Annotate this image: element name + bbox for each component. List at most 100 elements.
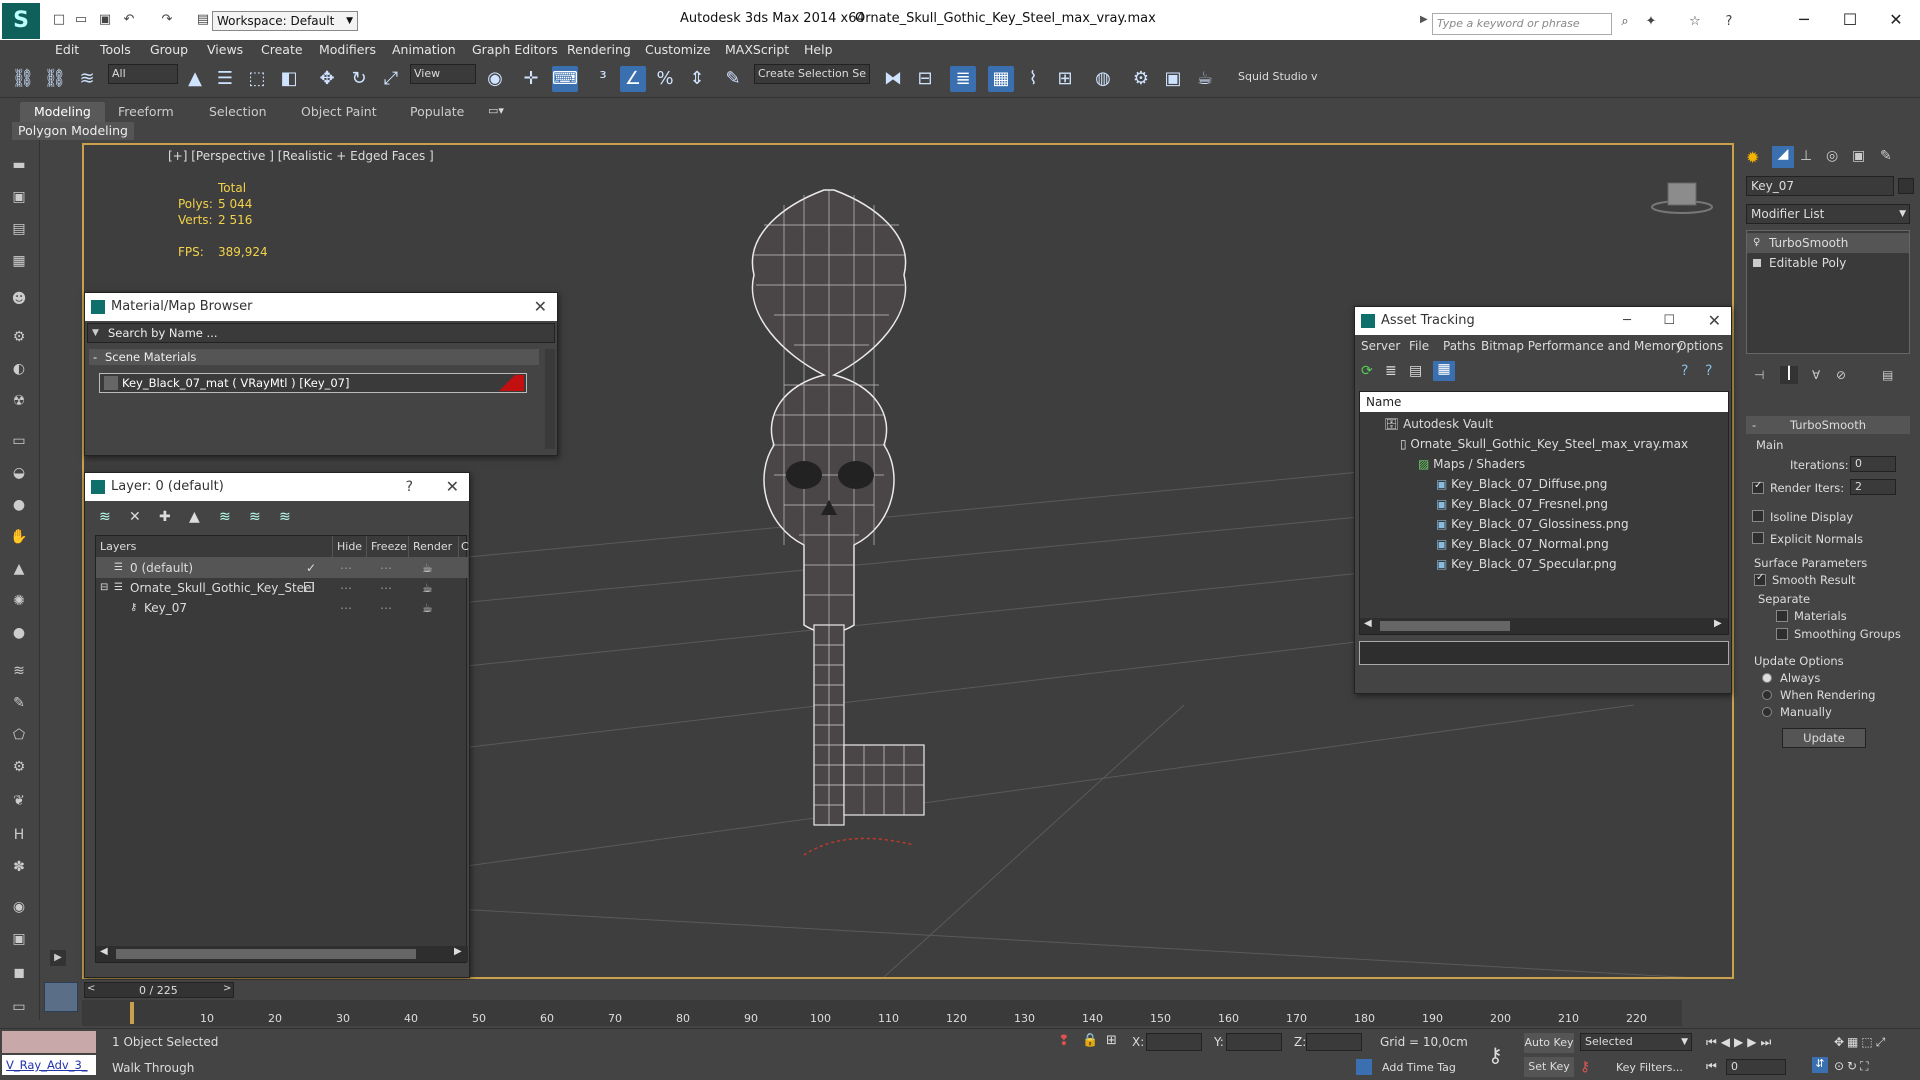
collapse-icon[interactable]: - xyxy=(93,349,97,365)
select-and-rotate-icon[interactable]: ↻ xyxy=(346,66,372,92)
asset-tracking-titlebar[interactable]: Asset Tracking ─ ☐ ✕ xyxy=(1355,307,1731,335)
iterations-spinner[interactable]: 0 xyxy=(1850,456,1896,472)
tool-strip-icon-15[interactable]: ● xyxy=(8,622,30,644)
asset-tree-item[interactable]: ▣ Key_Black_07_Fresnel.png xyxy=(1436,494,1608,514)
hide-toggle[interactable]: ⋯ xyxy=(340,598,352,618)
angle-snap-icon[interactable]: ∠ xyxy=(620,66,646,92)
hide-all-layers-icon[interactable]: ≋ xyxy=(249,509,261,525)
select-object-icon[interactable]: ▲ xyxy=(182,66,208,92)
pivot-center-icon[interactable]: ◉ xyxy=(482,66,508,92)
update-manually-radio[interactable] xyxy=(1762,706,1772,720)
select-and-scale-icon[interactable]: ⤢ xyxy=(378,66,404,92)
ribbon-panel-label[interactable]: Polygon Modeling xyxy=(12,122,134,140)
tool-strip-icon-5[interactable]: ☻ xyxy=(8,288,30,310)
smooth-result-checkbox[interactable]: ✓ xyxy=(1754,572,1766,589)
material-search-input[interactable]: ▼ Search by Name ... xyxy=(87,323,555,343)
material-browser-titlebar[interactable]: Material/Map Browser ✕ xyxy=(85,293,557,321)
tool-strip-icon-4[interactable]: ▦ xyxy=(8,250,30,272)
auto-key-button[interactable]: Auto Key xyxy=(1524,1033,1574,1053)
viewcube-icon[interactable] xyxy=(1651,182,1713,214)
render-setup-icon[interactable]: ⚙ xyxy=(1128,66,1154,92)
track-bar[interactable]: 10 20 30 40 50 60 70 80 90 100 110 120 1… xyxy=(82,1000,1682,1026)
keyboard-shortcut-override-icon[interactable]: ⌨ xyxy=(552,66,578,92)
edit-named-selection-icon[interactable]: ✎ xyxy=(720,66,746,92)
key-filters-button[interactable]: Key Filters... xyxy=(1616,1061,1683,1074)
scene-materials-group[interactable]: - Scene Materials xyxy=(89,349,539,365)
menu-group[interactable]: Group xyxy=(150,42,188,57)
tool-strip-icon-2[interactable]: ▣ xyxy=(8,186,30,208)
explicit-normals-checkbox[interactable] xyxy=(1752,532,1764,547)
update-button[interactable]: Update xyxy=(1782,728,1866,748)
turbosmooth-rollout-header[interactable]: - TurboSmooth xyxy=(1746,416,1910,434)
z-coordinate-field[interactable] xyxy=(1306,1033,1362,1051)
create-layer-icon[interactable]: ≋ xyxy=(99,509,111,525)
add-time-tag[interactable]: Add Time Tag xyxy=(1382,1061,1456,1074)
menu-customize[interactable]: Customize xyxy=(645,42,711,57)
asset-tree-item[interactable]: ▯ Ornate_Skull_Gothic_Key_Steel_max_vray… xyxy=(1400,434,1688,454)
column-layers[interactable]: Layers xyxy=(100,536,136,558)
asset-hscrollbar[interactable]: ◀ ▶ xyxy=(1360,618,1728,634)
app-logo-icon[interactable]: S xyxy=(2,3,40,39)
radio-dot[interactable] xyxy=(1762,707,1772,717)
menu-help[interactable]: Help xyxy=(804,42,833,57)
menu-bitmap-performance[interactable]: Bitmap Performance and Memory xyxy=(1481,339,1683,353)
curve-editor-icon[interactable]: ⌇ xyxy=(1020,66,1046,92)
render-toggle-icon[interactable]: ☕ xyxy=(422,558,433,578)
configure-modifier-sets-icon[interactable]: ▤ xyxy=(1882,368,1893,382)
column-render[interactable]: Render xyxy=(408,536,452,558)
select-and-move-icon[interactable]: ✥ xyxy=(314,66,340,92)
separate-materials-checkbox[interactable] xyxy=(1776,610,1788,625)
absolute-mode-icon[interactable]: ⊞ xyxy=(1106,1033,1117,1048)
scroll-left-icon[interactable]: ◀ xyxy=(1364,618,1372,629)
tool-strip-icon-11[interactable]: ● xyxy=(8,494,30,516)
bind-space-warp-icon[interactable]: ≋ xyxy=(74,66,100,92)
help-icon[interactable]: ? xyxy=(1681,363,1688,379)
render-iters-checkbox[interactable]: ✓ xyxy=(1752,480,1764,497)
undo-icon[interactable]: ↶ xyxy=(120,12,138,28)
make-unique-icon[interactable]: ∀ xyxy=(1812,368,1820,382)
close-icon[interactable]: ✕ xyxy=(1708,307,1721,335)
save-file-icon[interactable]: ▣ xyxy=(96,12,114,28)
utilities-tab-icon[interactable]: ✎ xyxy=(1880,148,1892,164)
layer-panel-titlebar[interactable]: Layer: 0 (default)? ✕ xyxy=(85,473,469,501)
select-by-name-icon[interactable]: ☰ xyxy=(212,66,238,92)
modify-tab-icon[interactable]: ◢ xyxy=(1772,146,1794,168)
radio-dot[interactable] xyxy=(1762,673,1772,683)
tool-strip-icon-3[interactable]: ▤ xyxy=(8,218,30,240)
column-color[interactable]: C xyxy=(458,536,469,558)
tool-strip-icon-18[interactable]: ⬠ xyxy=(8,724,30,746)
menu-tools[interactable]: Tools xyxy=(100,42,131,57)
squid-studio-label[interactable]: Squid Studio v xyxy=(1238,70,1318,83)
checkbox-box[interactable] xyxy=(1752,532,1764,544)
freeze-toggle[interactable]: ⋯ xyxy=(380,598,392,618)
menu-file[interactable]: File xyxy=(1409,339,1429,353)
minimize-button[interactable]: ─ xyxy=(1784,8,1824,32)
tool-strip-icon-7[interactable]: ◐ xyxy=(8,358,30,380)
modifier-stack-item[interactable]: Editable Poly xyxy=(1747,253,1909,273)
close-window-button[interactable]: ✕ xyxy=(1876,8,1916,32)
remove-modifier-icon[interactable]: ⊘ xyxy=(1836,368,1846,382)
layer-row[interactable]: ⊟ ☰ Ornate_Skull_Gothic_Key_Steel ⋯ ⋯ ☕ xyxy=(96,578,468,598)
menu-options[interactable]: Options xyxy=(1677,339,1723,353)
tab-populate[interactable]: Populate xyxy=(396,102,478,122)
tool-strip-icon-20[interactable]: ❦ xyxy=(8,790,30,812)
maxscript-mini-listener[interactable]: V_Ray_Adv_3_ xyxy=(2,1055,96,1075)
update-when-rendering-radio[interactable] xyxy=(1762,689,1772,703)
ribbon-options-icon[interactable]: ▭▾ xyxy=(488,104,504,117)
tool-strip-icon-23[interactable]: ◉ xyxy=(8,896,30,918)
tool-strip-icon-16[interactable]: ≋ xyxy=(8,660,30,682)
percent-snap-icon[interactable]: % xyxy=(652,66,678,92)
list-view-icon[interactable]: ≣ xyxy=(1385,363,1397,379)
active-layer-check-icon[interactable]: ✓ xyxy=(306,558,316,578)
bulb-icon[interactable]: ♀ xyxy=(1753,233,1760,253)
delete-layer-icon[interactable]: ✕ xyxy=(129,509,141,525)
help-search-input[interactable]: Type a keyword or phrase xyxy=(1432,13,1612,35)
checkbox-box[interactable] xyxy=(1752,510,1764,522)
viewport-navigation-controls-2[interactable]: ⊙↻⛶ xyxy=(1834,1059,1872,1074)
render-toggle-icon[interactable]: ☕ xyxy=(422,578,433,598)
hide-toggle[interactable]: ⋯ xyxy=(340,578,352,598)
object-color-swatch[interactable] xyxy=(1898,178,1914,194)
scroll-thumb[interactable] xyxy=(1380,621,1510,631)
tab-freeform[interactable]: Freeform xyxy=(104,102,188,122)
tool-strip-icon-9[interactable]: ▭ xyxy=(8,430,30,452)
